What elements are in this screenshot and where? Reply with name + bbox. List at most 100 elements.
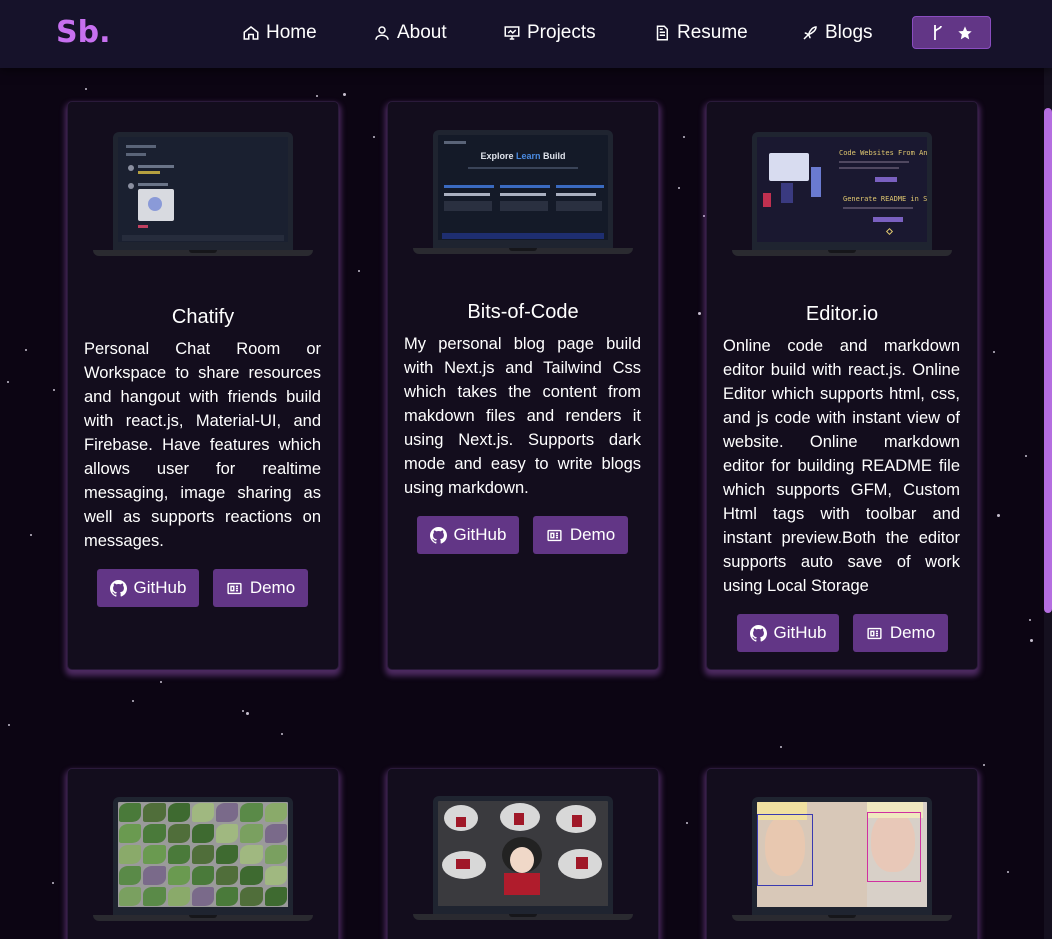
star [703,215,705,217]
star [780,746,782,748]
fork-icon [933,25,942,40]
demo-icon [867,627,882,639]
demo-label: Demo [569,525,616,544]
star [53,389,55,391]
leaf-tile [119,803,142,822]
star [343,93,346,96]
blog-icon [803,26,817,40]
github-icon [429,526,447,544]
leaf-tile [143,803,166,822]
github-icon [109,579,127,597]
demo-label: Demo [249,578,296,597]
leaf-tile [240,866,263,885]
leaf-tile [191,803,215,822]
leaf-tile [167,866,190,885]
star [7,381,9,383]
brand-logo[interactable]: Sb. [56,15,111,50]
star [983,764,985,766]
github-star-button[interactable] [912,16,991,49]
star [1025,455,1027,457]
demo-icon [227,582,242,594]
leaf-tile [143,887,166,906]
github-button[interactable]: GitHub [97,569,199,607]
github-label: GitHub [133,578,187,597]
scrollbar-thumb[interactable] [1044,108,1052,613]
leaf-tile [240,887,263,906]
star [8,724,10,726]
leaf-tile [143,824,166,843]
nav-resume-label: Resume [677,22,748,43]
leaf-tile [240,824,263,843]
leaf-tile [191,866,215,885]
star [246,712,249,715]
leaf-tile [119,866,142,885]
leaf-tile [240,845,263,864]
leaf-tile [240,803,263,822]
star [316,95,318,97]
leaf-tile [143,866,166,885]
leaf-tile [143,845,166,864]
github-button[interactable]: GitHub [417,516,519,554]
nav-home[interactable]: Home [242,20,317,46]
nav-home-label: Home [266,22,317,43]
star [52,882,54,884]
github-icon [749,624,767,642]
project-description: My personal blog page build with Next.js… [404,335,641,497]
star [373,136,375,138]
user-icon [375,26,389,40]
nav-about[interactable]: About [373,20,447,46]
leaf-tile [119,887,142,906]
star [997,514,1000,517]
project-title: Editor.io [805,303,879,325]
star [242,710,244,712]
leaf-tile [216,803,239,822]
screen-learn-text: Learn [516,151,541,161]
nav-blogs[interactable]: Blogs [801,20,873,46]
leaf-tile [167,845,190,864]
project-card-bits-of-code: Explore Learn Build Bits-of-Code My pers… [387,101,659,670]
leaf-tile [167,887,190,906]
star [1007,871,1009,873]
project-card-emotion-art [387,768,659,939]
demo-button[interactable]: Demo [213,569,308,607]
star [132,700,134,702]
demo-button[interactable]: Demo [853,614,948,652]
demo-label: Demo [889,623,936,642]
project-card-face-detection [706,768,978,939]
star [683,136,685,138]
project-card-leaf-classifier [67,768,339,939]
nav-resume[interactable]: Resume [653,20,748,46]
nav-projects[interactable]: Projects [503,20,596,46]
project-title: Bits-of-Code [467,301,579,323]
github-button[interactable]: GitHub [737,614,839,652]
projects-icon [504,26,520,40]
screen-heading-2: Generate README in Seco [843,195,932,203]
project-card-chatify: Chatify Personal Chat Room or Workspace … [67,101,339,670]
github-label: GitHub [453,525,507,544]
home-icon [243,26,259,40]
leaf-tile [264,845,287,864]
star-icon [957,25,972,39]
demo-button[interactable]: Demo [533,516,628,554]
leaf-tile [264,887,287,906]
project-card-editor-io: Code Websites From Any W Generate README… [706,101,978,670]
star [993,351,995,353]
project-description: Personal Chat Room or Workspace to share… [84,340,321,550]
leaf-tile [216,887,239,906]
leaf-tile [216,866,239,885]
leaf-tile [119,845,142,864]
leaf-tile [216,824,239,843]
screen-explore-text: Explore [480,151,514,161]
project-title: Chatify [171,306,235,328]
star [1029,619,1031,621]
leaf-tile [167,803,190,822]
leaf-tile [191,845,215,864]
star [160,681,162,683]
star [25,349,27,351]
leaf-tile [119,824,142,843]
navbar: Sb. Home About Projects Resume Blogs [0,0,1052,68]
github-label: GitHub [773,623,827,642]
leaf-tile [216,845,239,864]
leaf-tile [191,887,215,906]
star [358,270,360,272]
